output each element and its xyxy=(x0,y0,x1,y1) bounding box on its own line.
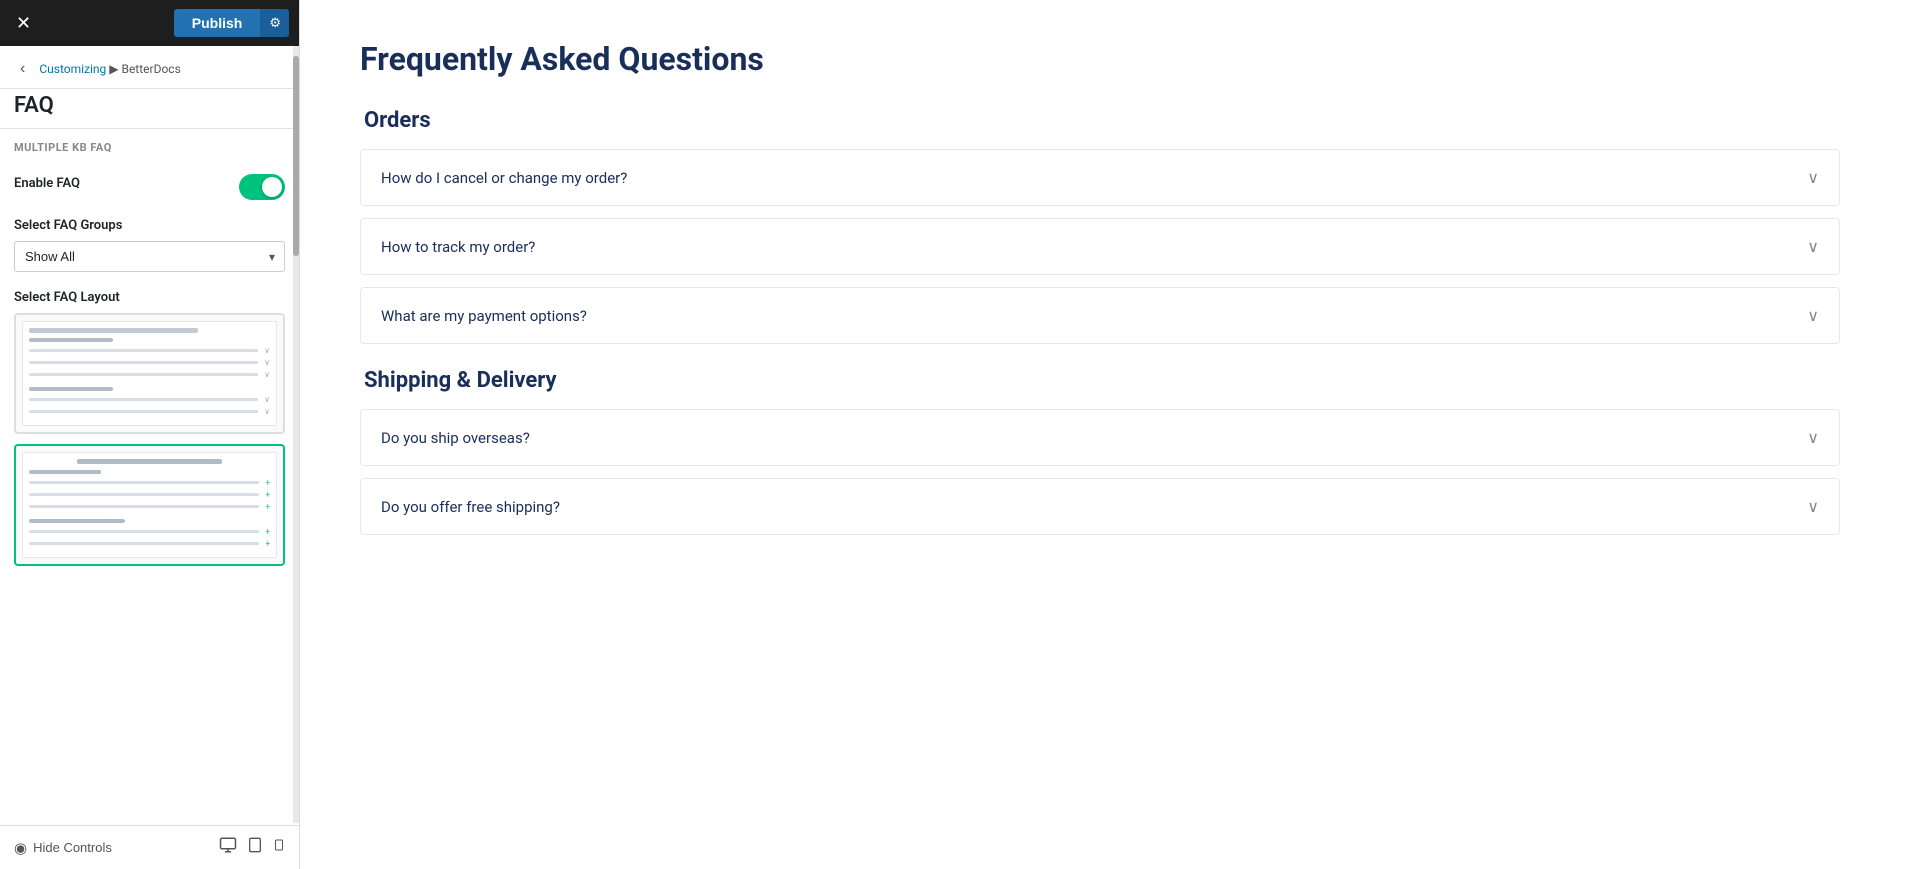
main-content: Frequently Asked Questions Orders How do … xyxy=(300,0,1920,869)
enable-faq-toggle[interactable] xyxy=(239,174,285,200)
tablet-icon xyxy=(247,836,263,854)
faq-item-0-1[interactable]: How to track my order? ∨ xyxy=(360,218,1840,275)
faq-question-text: How to track my order? xyxy=(381,238,535,256)
faq-sections: Orders How do I cancel or change my order… xyxy=(360,108,1840,535)
layout-option-1[interactable]: ∨ ∨ ∨ ∨ ∨ xyxy=(14,313,285,434)
faq-question-text: What are my payment options? xyxy=(381,307,587,325)
eye-icon: ◉ xyxy=(14,839,27,857)
sidebar: ✕ Publish ⚙ ‹ Customizing ▶ BetterDocs F… xyxy=(0,0,300,869)
publish-settings-button[interactable]: ⚙ xyxy=(260,9,289,37)
close-button[interactable]: ✕ xyxy=(10,9,37,38)
faq-section-title-1: Shipping & Delivery xyxy=(364,368,1840,393)
layout-option-2[interactable]: + + + + + xyxy=(14,444,285,566)
faq-item-1-1[interactable]: Do you offer free shipping? ∨ xyxy=(360,478,1840,535)
publish-button[interactable]: Publish xyxy=(174,9,261,37)
layout-options: ∨ ∨ ∨ ∨ ∨ + + + xyxy=(14,313,285,566)
desktop-icon xyxy=(219,836,237,854)
faq-chevron-icon: ∨ xyxy=(1807,306,1819,325)
desktop-view-button[interactable] xyxy=(219,836,237,859)
hide-controls-button[interactable]: ◉ Hide Controls xyxy=(14,839,112,857)
select-groups-label: Select FAQ Groups xyxy=(14,218,285,233)
faq-groups-select-wrapper: Show All ▾ xyxy=(14,241,285,272)
faq-item-0-0[interactable]: How do I cancel or change my order? ∨ xyxy=(360,149,1840,206)
faq-section-0: Orders How do I cancel or change my order… xyxy=(360,108,1840,344)
mobile-view-button[interactable] xyxy=(273,836,285,859)
layout-preview-2: + + + + + xyxy=(22,452,277,558)
enable-faq-row: Enable FAQ xyxy=(14,174,285,200)
faq-chevron-icon: ∨ xyxy=(1807,497,1819,516)
publish-area: Publish ⚙ xyxy=(174,9,289,37)
faq-item-1-0[interactable]: Do you ship overseas? ∨ xyxy=(360,409,1840,466)
select-layout-label: Select FAQ Layout xyxy=(14,290,285,305)
faq-section-1: Shipping & Delivery Do you ship overseas?… xyxy=(360,368,1840,535)
sidebar-scrolltrack xyxy=(293,46,299,823)
breadcrumb-nav: ‹ Customizing ▶ BetterDocs xyxy=(0,46,299,89)
section-label: MULTIPLE KB FAQ xyxy=(0,128,299,162)
faq-question-text: Do you offer free shipping? xyxy=(381,498,560,516)
faq-question-text: Do you ship overseas? xyxy=(381,429,530,447)
faq-chevron-icon: ∨ xyxy=(1807,237,1819,256)
sidebar-controls: Enable FAQ Select FAQ Groups Show All ▾ … xyxy=(0,162,299,825)
sidebar-bottom: ◉ Hide Controls xyxy=(0,825,299,869)
faq-chevron-icon: ∨ xyxy=(1807,428,1819,447)
breadcrumb: Customizing ▶ BetterDocs xyxy=(39,62,180,76)
sidebar-header: ✕ Publish ⚙ xyxy=(0,0,299,46)
page-title: FAQ xyxy=(14,93,299,118)
sidebar-scrollthumb[interactable] xyxy=(293,56,299,256)
layout-preview-1: ∨ ∨ ∨ ∨ ∨ xyxy=(22,321,277,426)
faq-question-text: How do I cancel or change my order? xyxy=(381,169,627,187)
faq-groups-select[interactable]: Show All xyxy=(14,241,285,272)
tablet-view-button[interactable] xyxy=(247,836,263,859)
device-buttons xyxy=(219,836,285,859)
faq-section-title-0: Orders xyxy=(364,108,1840,133)
breadcrumb-customizing[interactable]: Customizing xyxy=(39,62,106,76)
mobile-icon xyxy=(273,836,285,854)
back-button[interactable]: ‹ xyxy=(14,58,31,80)
faq-chevron-icon: ∨ xyxy=(1807,168,1819,187)
faq-page-title: Frequently Asked Questions xyxy=(360,40,1840,78)
faq-item-0-2[interactable]: What are my payment options? ∨ xyxy=(360,287,1840,344)
enable-faq-label: Enable FAQ xyxy=(14,176,80,191)
